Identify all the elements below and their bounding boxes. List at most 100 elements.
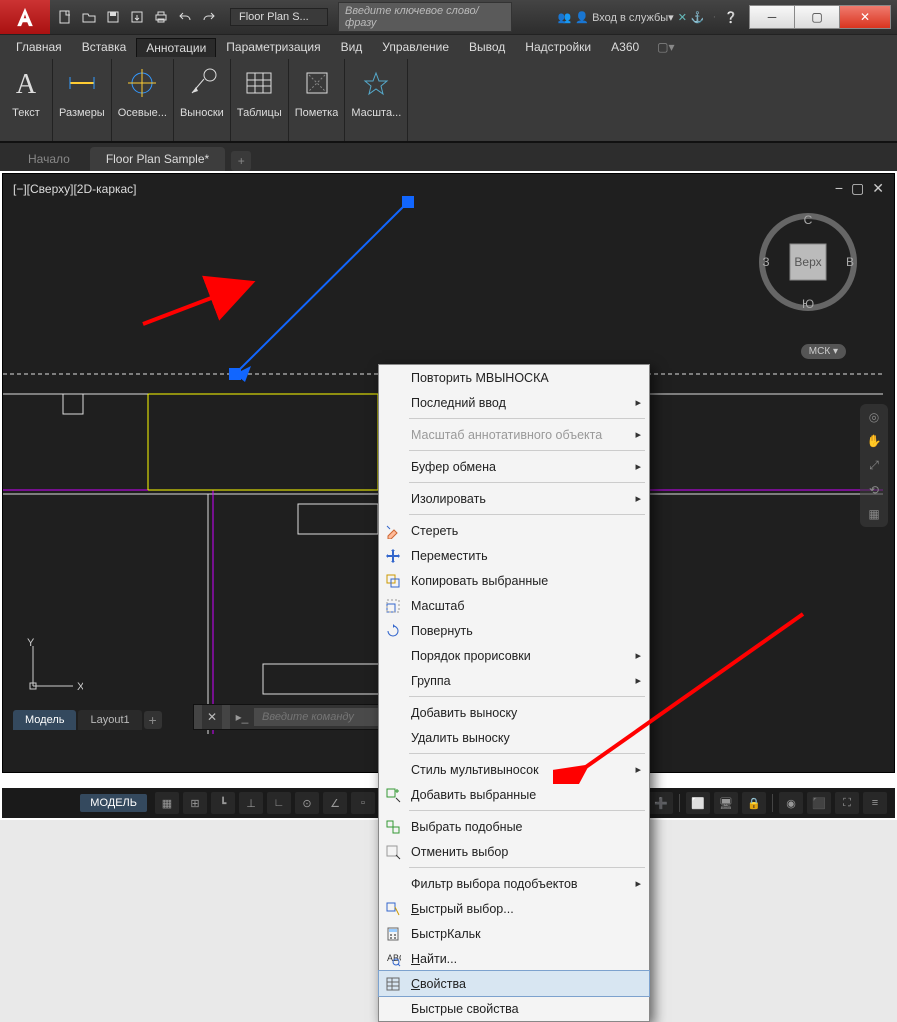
polar-icon[interactable]: ⊙: [295, 792, 319, 814]
lock-ui-icon[interactable]: 🔒: [742, 792, 766, 814]
dynamic-input-icon[interactable]: ⊥: [239, 792, 263, 814]
context-menu-label: Повторить МВЫНОСКА: [407, 371, 641, 385]
tab-addins[interactable]: Надстройки: [515, 37, 601, 57]
navigation-bar[interactable]: ◎ ✋ ⤢ ⟲ ▦: [860, 404, 888, 527]
saveas-icon[interactable]: [126, 6, 148, 28]
context-menu-item[interactable]: Масштаб: [379, 593, 649, 618]
context-menu-item[interactable]: Стиль мультивыносок: [379, 757, 649, 782]
context-menu-item[interactable]: Группа: [379, 668, 649, 693]
context-menu-item[interactable]: Быстрые свойства: [379, 996, 649, 1021]
context-menu-item[interactable]: Стереть: [379, 518, 649, 543]
tab-annotate[interactable]: Аннотации: [136, 38, 216, 57]
context-menu-item[interactable]: Выбрать подобные: [379, 814, 649, 839]
context-menu-label: Копировать выбранные: [407, 574, 641, 588]
annomonitor-icon[interactable]: ➕: [649, 792, 673, 814]
login-link[interactable]: 👤 Вход в службы▾: [575, 11, 673, 24]
context-menu-item[interactable]: Последний ввод: [379, 390, 649, 415]
viewport-close-icon[interactable]: ✕: [872, 180, 884, 197]
context-menu-item[interactable]: ABCНайти...: [379, 946, 649, 971]
context-menu-label: Буфер обмена: [407, 460, 641, 474]
ribbon-tables[interactable]: Таблицы: [231, 59, 289, 141]
context-menu-item[interactable]: Фильтр выбора подобъектов: [379, 871, 649, 896]
print-icon[interactable]: [150, 6, 172, 28]
context-menu-item[interactable]: Удалить выноску: [379, 725, 649, 750]
context-menu-item[interactable]: Добавить выноску: [379, 700, 649, 725]
new-tab-button[interactable]: +: [231, 151, 251, 171]
undo-icon[interactable]: [174, 6, 196, 28]
context-menu-item[interactable]: Копировать выбранные: [379, 568, 649, 593]
tab-start[interactable]: Начало: [12, 147, 86, 171]
context-menu-item[interactable]: Добавить выбранные: [379, 782, 649, 807]
viewport-minimize-icon[interactable]: −: [835, 180, 843, 197]
context-menu-item[interactable]: БыстрКальк: [379, 921, 649, 946]
grid-icon[interactable]: ▦: [155, 792, 179, 814]
showmotion-icon[interactable]: ▦: [868, 507, 879, 521]
tab-floorplan[interactable]: Floor Plan Sample*: [90, 147, 225, 171]
close-button[interactable]: ✕: [839, 5, 891, 29]
tab-parametric[interactable]: Параметризация: [216, 37, 330, 57]
context-menu-item[interactable]: Буфер обмена: [379, 454, 649, 479]
context-menu-item[interactable]: Свойства: [379, 971, 649, 996]
context-menu-item[interactable]: Переместить: [379, 543, 649, 568]
context-menu-item[interactable]: Изолировать: [379, 486, 649, 511]
tab-model[interactable]: Модель: [13, 710, 76, 730]
quickprops-icon[interactable]: 🖥: [714, 792, 738, 814]
snap-icon[interactable]: ⊞: [183, 792, 207, 814]
space-toggle[interactable]: МОДЕЛЬ: [80, 794, 147, 812]
tab-insert[interactable]: Вставка: [72, 37, 137, 57]
tab-layout1[interactable]: Layout1: [78, 710, 141, 730]
tab-view[interactable]: Вид: [331, 37, 373, 57]
isoplane-icon[interactable]: ∠: [323, 792, 347, 814]
isolate-icon[interactable]: ◉: [779, 792, 803, 814]
steering-wheel-icon[interactable]: ◎: [869, 410, 879, 424]
viewport-maximize-icon[interactable]: ▢: [851, 180, 864, 197]
context-menu-item[interactable]: Повернуть: [379, 618, 649, 643]
save-icon[interactable]: [102, 6, 124, 28]
ribbon-centerlines[interactable]: Осевые...: [112, 59, 174, 141]
view-cube[interactable]: Верх С Ю З В: [758, 212, 858, 312]
customize-icon[interactable]: ≡: [863, 792, 887, 814]
context-menu-item[interactable]: Отменить выбор: [379, 839, 649, 864]
panel-icon[interactable]: ▢▾: [657, 40, 674, 54]
tab-output[interactable]: Вывод: [459, 37, 515, 57]
zoom-extents-icon[interactable]: ⤢: [869, 458, 879, 473]
share-icon[interactable]: ⚓: [691, 11, 705, 24]
ribbon-annoscale[interactable]: Масшта...: [345, 59, 408, 141]
tab-home[interactable]: Главная: [6, 37, 72, 57]
drawing-area[interactable]: [−][Сверху][2D-каркас] − ▢ ✕ Верх С Ю З …: [2, 173, 895, 773]
minimize-button[interactable]: ─: [749, 5, 795, 29]
hardware-accel-icon[interactable]: ⬛: [807, 792, 831, 814]
wcs-badge[interactable]: МСК ▾: [801, 344, 846, 359]
osnap-icon[interactable]: ▫: [351, 792, 375, 814]
ribbon-dimensions[interactable]: Размеры: [53, 59, 112, 141]
orbit-icon[interactable]: ⟲: [869, 483, 879, 497]
context-menu-label: Масштаб: [407, 599, 641, 613]
search-input[interactable]: Введите ключевое слово/фразу: [338, 2, 512, 32]
app-menu-button[interactable]: [0, 0, 50, 34]
ribbon-text[interactable]: A Текст: [0, 59, 53, 141]
add-layout-button[interactable]: +: [144, 711, 162, 729]
context-menu-item[interactable]: Порядок прорисовки: [379, 643, 649, 668]
cleanscreen-icon[interactable]: ⛶: [835, 792, 859, 814]
infer-icon[interactable]: ┗: [211, 792, 235, 814]
pan-icon[interactable]: ✋: [867, 434, 882, 448]
context-menu-item[interactable]: Повторить МВЫНОСКА: [379, 365, 649, 390]
tab-manage[interactable]: Управление: [372, 37, 459, 57]
context-menu-item[interactable]: Быстрый выбор...: [379, 896, 649, 921]
maximize-button[interactable]: ▢: [794, 5, 840, 29]
new-icon[interactable]: [54, 6, 76, 28]
ribbon-markup[interactable]: Пометка: [289, 59, 346, 141]
ribbon-leaders[interactable]: Выноски: [174, 59, 231, 141]
units-icon[interactable]: ⬜: [686, 792, 710, 814]
tab-a360[interactable]: A360: [601, 37, 649, 57]
ortho-icon[interactable]: ∟: [267, 792, 291, 814]
exchange-icon[interactable]: ✕: [678, 11, 687, 24]
command-line[interactable]: ✕ ▸_: [193, 704, 401, 730]
open-icon[interactable]: [78, 6, 100, 28]
redo-icon[interactable]: [198, 6, 220, 28]
help-icon[interactable]: ❔: [724, 11, 738, 24]
cmdline-close-icon[interactable]: ✕: [202, 710, 222, 724]
a360-icon[interactable]: 👥: [558, 11, 572, 24]
viewport-label[interactable]: [−][Сверху][2D-каркас]: [13, 182, 137, 196]
svg-text:З: З: [762, 255, 769, 269]
